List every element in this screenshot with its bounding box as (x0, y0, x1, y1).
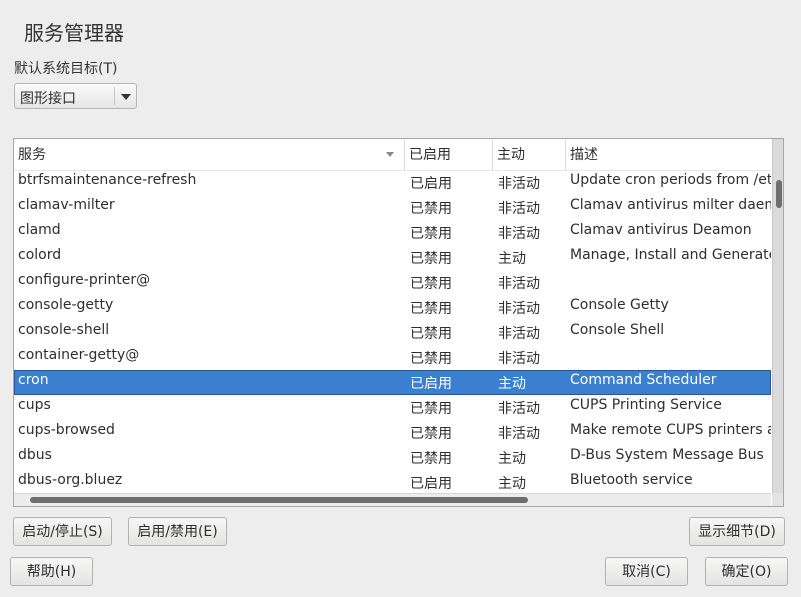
start-stop-button[interactable]: 启动/停止(S) (13, 517, 112, 546)
services-table: 服务 已启用 主动 描述 btrfsmaintenance-refresh 已启用… (13, 138, 784, 507)
default-target-label: 默认系统目标(T) (14, 61, 118, 77)
description-cell: D-Bus System Message Bus (570, 447, 764, 463)
service-name-cell: colord (18, 247, 62, 263)
active-cell: 主动 (498, 451, 526, 467)
column-header-description[interactable]: 描述 (566, 139, 771, 170)
active-cell: 主动 (498, 376, 526, 392)
enabled-cell: 已禁用 (410, 251, 452, 267)
enabled-cell: 已禁用 (410, 276, 452, 292)
service-name-cell: console-getty (18, 297, 114, 313)
description-cell: Command Scheduler (570, 372, 717, 388)
column-header-service[interactable]: 服务 (14, 139, 405, 170)
column-header-label: 服务 (18, 147, 46, 163)
service-name-cell: cups (18, 397, 51, 413)
column-header-enabled[interactable]: 已启用 (405, 139, 493, 170)
enabled-cell: 已禁用 (410, 201, 452, 217)
active-cell: 非活动 (498, 301, 540, 317)
service-name-cell: dbus (18, 447, 52, 463)
cancel-button[interactable]: 取消(C) (605, 557, 688, 586)
enable-disable-button[interactable]: 启用/禁用(E) (128, 517, 227, 546)
description-cell: Clamav antivirus Deamon (570, 222, 752, 238)
active-cell: 非活动 (498, 226, 540, 242)
enabled-cell: 已禁用 (410, 301, 452, 317)
active-cell: 非活动 (498, 176, 540, 192)
scrollbar-corner (772, 493, 783, 506)
table-row[interactable]: configure-printer@ 已禁用 非活动 (14, 270, 771, 295)
default-target-combobox[interactable]: 图形接口 (14, 83, 137, 109)
service-name-cell: dbus-org.bluez (18, 472, 123, 488)
enabled-cell: 已禁用 (410, 426, 452, 442)
default-target-value: 图形接口 (20, 91, 76, 107)
ok-button[interactable]: 确定(O) (705, 557, 788, 586)
service-name-cell: clamd (18, 222, 61, 238)
active-cell: 主动 (498, 251, 526, 267)
description-cell (570, 343, 771, 368)
active-cell: 非活动 (498, 276, 540, 292)
vertical-scrollbar[interactable] (772, 139, 783, 494)
table-row[interactable]: clamd 已禁用 非活动 Clamav antivirus Deamon (14, 220, 771, 245)
vertical-scrollbar-thumb[interactable] (776, 180, 782, 208)
description-cell: Manage, Install and Generate C (570, 247, 771, 263)
table-row[interactable]: dbus-org.bluez 已启用 主动 Bluetooth service (14, 470, 771, 495)
combo-separator (114, 87, 115, 105)
table-row[interactable]: console-getty 已禁用 非活动 Console Getty (14, 295, 771, 320)
service-name-cell: cron (18, 372, 49, 388)
table-row[interactable]: dbus 已禁用 主动 D-Bus System Message Bus (14, 445, 771, 470)
table-row[interactable]: cron 已启用 主动 Command Scheduler (14, 370, 771, 395)
enabled-cell: 已禁用 (410, 451, 452, 467)
enabled-cell: 已启用 (410, 176, 452, 192)
service-name-cell: configure-printer@ (18, 272, 151, 288)
description-cell: Clamav antivirus milter daemon (570, 197, 771, 213)
show-details-button[interactable]: 显示细节(D) (689, 517, 785, 546)
table-row[interactable]: colord 已禁用 主动 Manage, Install and Generate … (14, 245, 771, 270)
table-row[interactable]: clamav-milter 已禁用 非活动 Clamav antivirus milt… (14, 195, 771, 220)
enabled-cell: 已禁用 (410, 401, 452, 417)
enabled-cell: 已启用 (410, 376, 452, 392)
chevron-down-icon[interactable] (121, 94, 131, 100)
active-cell: 非活动 (498, 326, 540, 342)
table-header: 服务 已启用 主动 描述 (14, 139, 771, 171)
enabled-cell: 已禁用 (410, 326, 452, 342)
description-cell: Console Shell (570, 322, 665, 338)
enabled-cell: 已禁用 (410, 351, 452, 367)
table-body: btrfsmaintenance-refresh 已启用 非活动 Update cro… (14, 170, 771, 495)
description-cell: CUPS Printing Service (570, 397, 722, 413)
active-cell: 非活动 (498, 401, 540, 417)
horizontal-scrollbar[interactable] (14, 493, 771, 506)
enabled-cell: 已禁用 (410, 226, 452, 242)
service-name-cell: container-getty@ (18, 347, 140, 363)
active-cell: 非活动 (498, 426, 540, 442)
description-cell: Bluetooth service (570, 472, 693, 488)
service-name-cell: console-shell (18, 322, 110, 338)
sort-descending-icon (386, 152, 394, 157)
active-cell: 非活动 (498, 201, 540, 217)
table-row[interactable]: container-getty@ 已禁用 非活动 (14, 345, 771, 370)
dialog-title: 服务管理器 (24, 21, 124, 45)
service-name-cell: cups-browsed (18, 422, 115, 438)
service-name-cell: btrfsmaintenance-refresh (18, 172, 197, 188)
help-button[interactable]: 帮助(H) (10, 557, 93, 586)
table-row[interactable]: cups-browsed 已禁用 非活动 Make remote CUPS print… (14, 420, 771, 445)
description-cell: Console Getty (570, 297, 669, 313)
column-header-active[interactable]: 主动 (493, 139, 566, 170)
description-cell: Make remote CUPS printers av (570, 422, 771, 438)
description-cell: Update cron periods from /etc/ (570, 172, 771, 188)
horizontal-scrollbar-thumb[interactable] (30, 497, 528, 503)
service-name-cell: clamav-milter (18, 197, 115, 213)
active-cell: 非活动 (498, 351, 540, 367)
description-cell (570, 268, 771, 293)
table-row[interactable]: cups 已禁用 非活动 CUPS Printing Service (14, 395, 771, 420)
table-row[interactable]: btrfsmaintenance-refresh 已启用 非活动 Update cro… (14, 170, 771, 195)
table-row[interactable]: console-shell 已禁用 非活动 Console Shell (14, 320, 771, 345)
